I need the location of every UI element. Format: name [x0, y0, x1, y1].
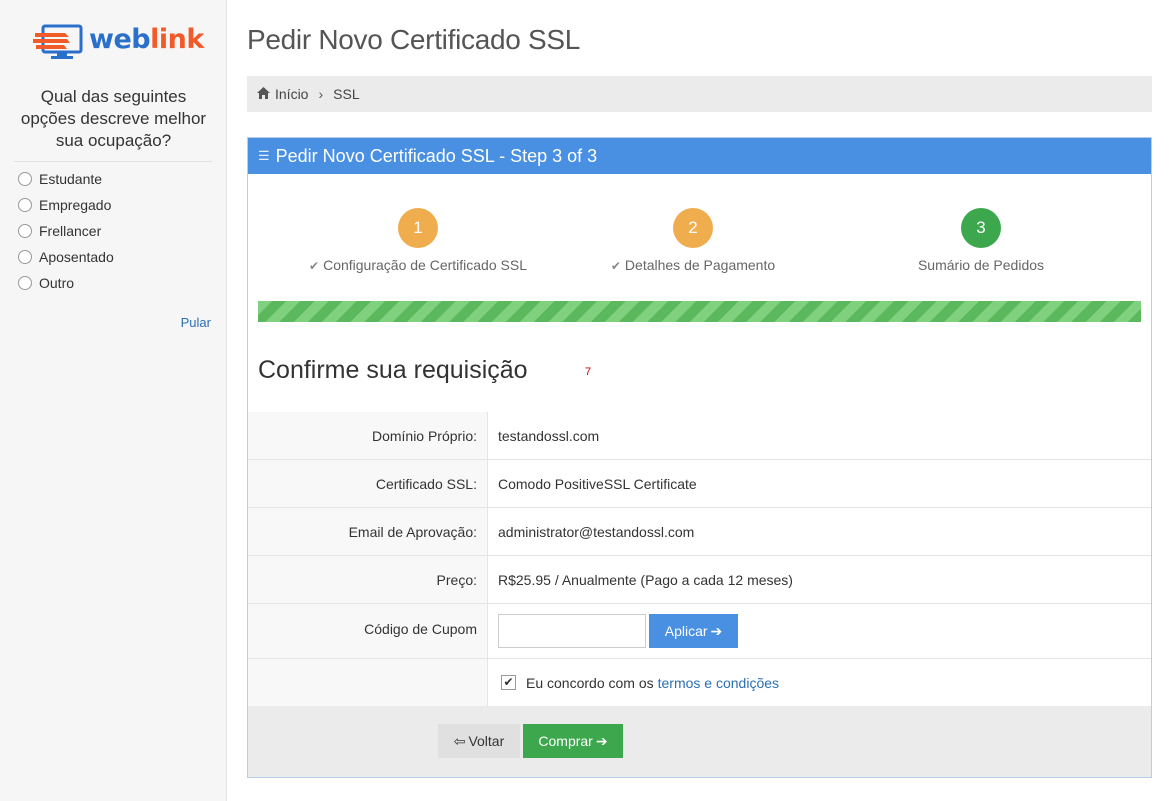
option-frellancer[interactable]: Frellancer [18, 218, 114, 244]
table-row: Email de Aprovação: administrator@testan… [248, 508, 1151, 556]
survey-question: Qual das seguintes opções descreve melho… [20, 87, 207, 150]
chevron-right-icon: › [318, 86, 324, 102]
step-label: Sumário de Pedidos [917, 257, 1045, 273]
empty-cell [248, 659, 488, 706]
menu-icon: ☰ [258, 148, 270, 163]
page-title: Pedir Novo Certificado SSL [247, 24, 581, 55]
apply-button-label: Aplicar [664, 623, 708, 639]
back-button[interactable]: ⇦ Voltar [438, 724, 520, 758]
field-label: Certificado SSL: [248, 460, 488, 507]
coupon-input[interactable] [498, 614, 646, 648]
terms-link[interactable]: termos e condições [658, 675, 779, 691]
back-button-label: Voltar [468, 733, 505, 749]
option-label: Estudante [39, 171, 103, 187]
check-icon: ✔ [610, 259, 621, 273]
divider [14, 161, 212, 162]
option-outro[interactable]: Outro [18, 270, 114, 296]
apply-button[interactable]: Aplicar ➔ [649, 614, 738, 648]
table-row: ✔ Eu concordo com os termos e condições [248, 659, 1151, 706]
step-3: 3 Sumário de Pedidos [866, 208, 1096, 273]
step-label: Configuração de Certificado SSL [323, 257, 527, 273]
radio-button[interactable] [18, 224, 32, 238]
radio-button[interactable] [18, 198, 32, 212]
field-label: Domínio Próprio: [248, 412, 488, 459]
check-icon: ✔ [309, 259, 320, 273]
option-estudante[interactable]: Estudante [18, 166, 114, 192]
breadcrumb-current: SSL [333, 86, 360, 102]
field-value: Comodo PositiveSSL Certificate [498, 476, 697, 492]
home-icon [257, 86, 270, 102]
order-summary-table: Domínio Próprio: testandossl.com Certifi… [248, 412, 1151, 706]
monitor-logo-icon [33, 24, 83, 59]
step-number: 1 [398, 208, 438, 248]
option-empregado[interactable]: Empregado [18, 192, 114, 218]
option-label: Frellancer [39, 223, 102, 239]
logo-text: weblink [89, 24, 204, 55]
option-label: Empregado [39, 197, 112, 213]
order-panel: ☰ Pedir Novo Certificado SSL - Step 3 of… [247, 137, 1152, 778]
field-label: Preço: [248, 556, 488, 603]
breadcrumb: Início › SSL [247, 76, 1152, 112]
terms-text: Eu concordo com os [526, 674, 654, 691]
field-value: administrator@testandossl.com [498, 524, 695, 540]
panel-header: ☰ Pedir Novo Certificado SSL - Step 3 of… [248, 138, 1151, 174]
survey-options: Estudante Empregado Frellancer Aposentad… [18, 166, 114, 296]
breadcrumb-home[interactable]: Início [275, 86, 308, 102]
sidebar: weblink Qual das seguintes opções descre… [0, 0, 227, 801]
table-row: Código de Cupom Aplicar ➔ [248, 604, 1151, 659]
option-label: Aposentado [39, 249, 114, 265]
weblink-logo[interactable]: weblink [33, 24, 204, 60]
field-label: Código de Cupom [248, 604, 488, 658]
confirm-title: Confirme sua requisição [258, 356, 528, 384]
radio-button[interactable] [18, 172, 32, 186]
terms-checkbox[interactable]: ✔ [501, 675, 516, 690]
skip-link[interactable]: Pular [181, 315, 211, 330]
arrow-left-circle-icon: ⇦ [453, 732, 466, 749]
field-label: Email de Aprovação: [248, 508, 488, 555]
step-indicator: 1 ✔ Configuração de Certificado SSL 2 ✔ De… [248, 208, 1151, 278]
buy-button-label: Comprar [538, 733, 593, 749]
option-label: Outro [39, 275, 75, 291]
step-1: 1 ✔ Configuração de Certificado SSL [298, 208, 538, 273]
field-value: R$25.95 / Anualmente (Pago a cada 12 mes… [498, 572, 793, 588]
radio-button[interactable] [18, 276, 32, 290]
radio-button[interactable] [18, 250, 32, 264]
table-row: Preço: R$25.95 / Anualmente (Pago a cada… [248, 556, 1151, 604]
progress-bar [258, 301, 1141, 322]
table-row: Certificado SSL: Comodo PositiveSSL Cert… [248, 460, 1151, 508]
buy-button[interactable]: Comprar ➔ [523, 724, 623, 758]
arrow-right-circle-icon: ➔ [595, 732, 608, 749]
option-aposentado[interactable]: Aposentado [18, 244, 114, 270]
step-label: Detalhes de Pagamento [624, 257, 776, 273]
panel-title: Pedir Novo Certificado SSL - Step 3 of 3 [275, 145, 598, 166]
marker-text: 7 [585, 366, 592, 378]
table-row: Domínio Próprio: testandossl.com [248, 412, 1151, 460]
step-number: 2 [673, 208, 713, 248]
field-value: testandossl.com [498, 428, 600, 444]
arrow-right-circle-icon: ➔ [710, 622, 723, 639]
step-number: 3 [961, 208, 1001, 248]
step-2: 2 ✔ Detalhes de Pagamento [578, 208, 808, 273]
form-footer: ⇦ Voltar Comprar ➔ [248, 706, 1151, 777]
